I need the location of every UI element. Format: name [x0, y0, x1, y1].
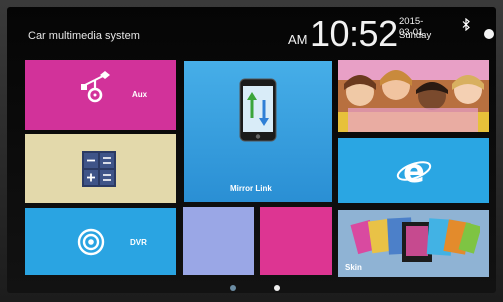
page-dot-2-active[interactable] [274, 285, 280, 291]
skin-label: Skin [345, 263, 362, 272]
clock-ampm: AM [288, 32, 308, 47]
svg-text:e: e [403, 154, 425, 188]
calculator-icon [82, 151, 116, 187]
app-title: Car multimedia system [28, 30, 140, 42]
photo-gallery-tile[interactable] [338, 60, 489, 132]
aux-tile[interactable]: Aux [25, 60, 176, 130]
empty-tile-pink[interactable] [260, 207, 332, 275]
mirror-link-label: Mirror Link [230, 184, 272, 193]
empty-tile-lavender[interactable] [183, 207, 254, 275]
mirror-link-tile[interactable]: Mirror Link [184, 61, 332, 202]
skin-tile[interactable]: Skin [338, 210, 489, 277]
aux-connector-icon [81, 71, 110, 103]
skin-gallery-icon [350, 217, 480, 262]
dvr-label: DVR [130, 238, 147, 247]
bluetooth-icon [462, 17, 471, 34]
dvr-tile[interactable]: DVR [25, 208, 176, 275]
phone-sync-icon [239, 78, 277, 142]
internet-browser-tile[interactable]: e [338, 138, 489, 203]
calculator-tile[interactable] [25, 134, 176, 203]
status-indicator [484, 29, 494, 39]
internet-explorer-icon: e [396, 154, 432, 188]
clock-time: 10:52 [310, 13, 398, 54]
dvr-target-icon [77, 228, 105, 256]
photo-thumbnail [338, 60, 489, 132]
aux-label: Aux [132, 90, 148, 99]
clock-day: Sunday [399, 30, 432, 41]
page-dot-1[interactable] [230, 285, 236, 291]
